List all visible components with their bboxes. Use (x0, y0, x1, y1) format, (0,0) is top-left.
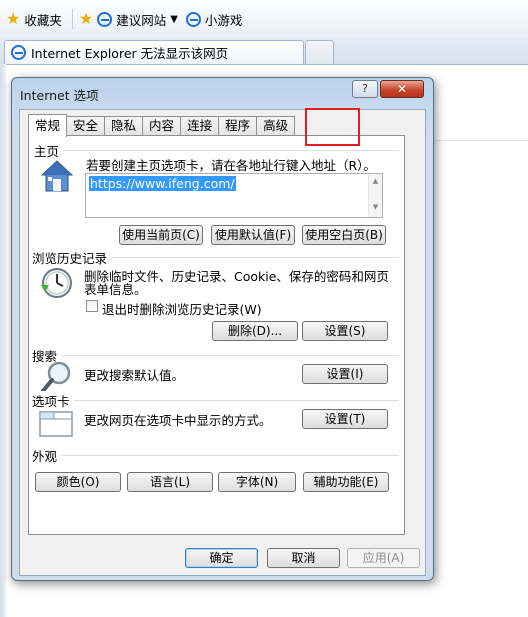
section-divider (59, 455, 399, 456)
home-description: 若要创建主页选项卡，请在各地址行键入地址（R）。 (86, 158, 376, 173)
options-tabs: 常规 安全 隐私 内容 连接 程序 高级 (28, 114, 296, 137)
search-settings-button[interactable]: 设置(I) (302, 364, 388, 384)
home-icon (39, 158, 75, 194)
tab-programs[interactable]: 程序 (218, 116, 258, 136)
favorites-button[interactable]: ★ 收藏夹 (6, 10, 62, 29)
scroll-down-icon[interactable]: ▼ (369, 203, 382, 211)
delete-on-exit-checkbox[interactable] (86, 300, 98, 312)
history-clock-icon (39, 265, 75, 301)
use-blank-button[interactable]: 使用空白页(B) (302, 225, 386, 245)
ie-logo-icon (11, 45, 26, 60)
use-default-button[interactable]: 使用默认值(F) (211, 225, 295, 245)
accessibility-button[interactable]: 辅助功能(E) (303, 472, 389, 492)
home-page-url[interactable]: https://www.ifeng.com/ (89, 176, 236, 191)
dialog-title: Internet 选项 (20, 88, 99, 103)
favorites-star-icon: ★ (6, 9, 21, 28)
tab-privacy[interactable]: 隐私 (104, 116, 144, 136)
section-divider (59, 355, 399, 356)
ok-button[interactable]: 确定 (185, 548, 258, 568)
tabs-window-icon (39, 407, 75, 443)
new-tab-button[interactable] (305, 40, 334, 64)
delete-history-button[interactable]: 删除(D)... (212, 321, 298, 341)
tabs-settings-button[interactable]: 设置(T) (302, 409, 388, 429)
browser-tab[interactable]: Internet Explorer 无法显示该网页 (4, 40, 304, 64)
history-settings-button[interactable]: 设置(S) (302, 321, 388, 341)
section-divider (71, 400, 399, 401)
favorite-item-label: 建议网站 (116, 12, 167, 28)
favorites-label: 收藏夹 (24, 12, 62, 28)
favorite-item-suggested[interactable]: ★ 建议网站 ▼ (79, 10, 178, 29)
favorite-item-label: 小游戏 (204, 12, 243, 28)
home-page-input[interactable]: https://www.ifeng.com/ ▲ ▼ (85, 173, 383, 218)
browser-tab-bar: Internet Explorer 无法显示该网页 (0, 38, 528, 64)
tab-content[interactable]: 内容 (142, 116, 182, 136)
fonts-button[interactable]: 字体(N) (218, 472, 296, 492)
tab-advanced[interactable]: 高级 (256, 116, 296, 136)
toolbar-separator (71, 9, 73, 29)
delete-on-exit-label[interactable]: 退出时删除浏览历史记录(W) (102, 299, 262, 318)
history-description-line2: 表单信息。 (84, 282, 147, 297)
internet-options-dialog: Internet 选项 ? ✕ 常规 安全 隐私 内容 连接 程序 高级 主页 (11, 77, 434, 581)
chevron-down-icon[interactable]: ▼ (170, 14, 178, 25)
tab-security[interactable]: 安全 (66, 116, 106, 136)
appearance-section-label: 外观 (32, 446, 62, 465)
tab-general[interactable]: 常规 (28, 114, 68, 137)
browser-tab-title: Internet Explorer 无法显示该网页 (31, 46, 229, 61)
section-divider (109, 257, 399, 258)
favorite-item-games[interactable]: 小游戏 (185, 10, 243, 29)
close-button[interactable]: ✕ (380, 80, 424, 98)
search-description: 更改搜索默认值。 (84, 368, 185, 383)
tabs-description: 更改网页在选项卡中显示的方式。 (84, 413, 272, 428)
favorites-bar: ★ 收藏夹 ★ 建议网站 ▼ 小游戏 (0, 0, 528, 38)
window-edge (0, 64, 6, 617)
section-divider (59, 150, 399, 151)
cancel-button[interactable]: 取消 (267, 548, 340, 568)
scroll-up-icon[interactable]: ▲ (369, 177, 382, 185)
page-divider (430, 140, 528, 141)
ie-page-icon (97, 11, 113, 27)
languages-button[interactable]: 语言(L) (127, 472, 213, 492)
use-current-button[interactable]: 使用当前页(C) (119, 225, 203, 245)
help-button[interactable]: ? (352, 80, 378, 98)
ie-page-icon (185, 11, 201, 27)
dialog-client: 常规 安全 隐私 内容 连接 程序 高级 主页 若要创建主页选项卡，请在各地址行… (19, 108, 426, 576)
add-favorite-icon[interactable]: ★ (79, 11, 93, 27)
apply-button[interactable]: 应用(A) (347, 548, 420, 568)
home-page-scrollbar[interactable]: ▲ ▼ (368, 174, 382, 217)
colors-button[interactable]: 颜色(O) (35, 472, 121, 492)
tab-connections[interactable]: 连接 (180, 116, 220, 136)
general-tab-panel: 主页 若要创建主页选项卡，请在各地址行键入地址（R）。 https://www.… (28, 135, 405, 535)
